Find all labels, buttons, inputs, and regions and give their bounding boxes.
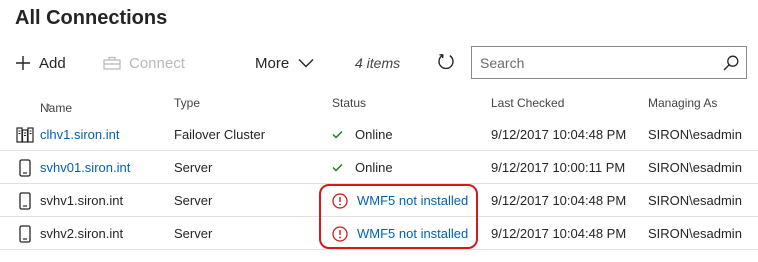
column-header-managing-as[interactable]: Managing As <box>648 96 717 110</box>
connection-name-link[interactable]: svhv01.siron.int <box>40 151 130 184</box>
managing-as: SIRON\esadmin <box>648 193 742 208</box>
last-checked: 9/12/2017 10:04:48 PM <box>491 127 627 142</box>
briefcase-icon <box>103 56 121 70</box>
status-text: WMF5 not installed <box>357 193 469 208</box>
connect-button-label: Connect <box>129 54 185 72</box>
managing-as: SIRON\esadmin <box>648 127 742 142</box>
checkmark-icon <box>332 163 343 172</box>
connection-type: Server <box>174 193 213 208</box>
managing-as: SIRON\esadmin <box>648 160 742 175</box>
column-header-name-label: Name <box>40 101 73 115</box>
connection-name[interactable]: svhv2.siron.int <box>40 217 123 250</box>
last-checked: 9/12/2017 10:04:48 PM <box>491 226 627 241</box>
sort-ascending-icon: ↑ <box>46 101 52 113</box>
connection-type: Server <box>174 226 213 241</box>
page-title: All Connections <box>15 7 168 29</box>
warning-icon <box>332 225 348 242</box>
connection-status[interactable]: WMF5 not installed <box>332 184 468 217</box>
connection-name[interactable]: svhv1.siron.int <box>40 184 123 217</box>
warning-icon <box>332 192 348 209</box>
toolbar: Add Connect More 4 items <box>0 44 758 82</box>
column-header-status[interactable]: Status <box>332 96 366 110</box>
search-box <box>471 46 747 79</box>
table-row[interactable]: clhv1.siron.int Failover Cluster Online … <box>0 118 758 151</box>
search-icon[interactable] <box>716 55 746 71</box>
chevron-down-icon <box>298 58 314 68</box>
cluster-icon <box>15 118 35 151</box>
plus-icon <box>15 55 31 71</box>
connection-type: Failover Cluster <box>174 127 266 142</box>
item-count: 4 items <box>355 55 401 71</box>
last-checked: 9/12/2017 10:04:48 PM <box>491 193 627 208</box>
managing-as: SIRON\esadmin <box>648 226 742 241</box>
connections-table: clhv1.siron.int Failover Cluster Online … <box>0 118 758 250</box>
connection-status: Online <box>332 118 393 151</box>
connection-status[interactable]: WMF5 not installed <box>332 217 468 250</box>
server-icon <box>15 151 35 184</box>
status-text: WMF5 not installed <box>357 226 469 241</box>
status-text: Online <box>355 160 393 175</box>
last-checked: 9/12/2017 10:00:11 PM <box>491 160 626 175</box>
add-button[interactable]: Add <box>15 44 66 82</box>
add-button-label: Add <box>39 54 66 72</box>
connection-type: Server <box>174 160 213 175</box>
table-header: Name ↑ Type Status Last Checked Managing … <box>0 91 758 115</box>
table-row[interactable]: svhv2.siron.int Server WMF5 not installe… <box>0 217 758 250</box>
more-button-label: More <box>255 54 290 72</box>
connect-button[interactable]: Connect <box>103 44 185 82</box>
connection-name-link[interactable]: clhv1.siron.int <box>40 118 119 151</box>
refresh-icon <box>437 52 455 74</box>
more-menu-button[interactable]: More <box>255 44 314 82</box>
column-header-type[interactable]: Type <box>174 96 200 110</box>
table-row[interactable]: svhv1.siron.int Server WMF5 not installe… <box>0 184 758 217</box>
checkmark-icon <box>332 130 343 139</box>
server-icon <box>15 217 35 250</box>
table-row[interactable]: svhv01.siron.int Server Online 9/12/2017… <box>0 151 758 184</box>
connection-status: Online <box>332 151 393 184</box>
status-text: Online <box>355 127 393 142</box>
server-icon <box>15 184 35 217</box>
column-header-last-checked[interactable]: Last Checked <box>491 96 564 110</box>
refresh-button[interactable] <box>437 44 455 82</box>
search-input[interactable] <box>472 47 716 78</box>
